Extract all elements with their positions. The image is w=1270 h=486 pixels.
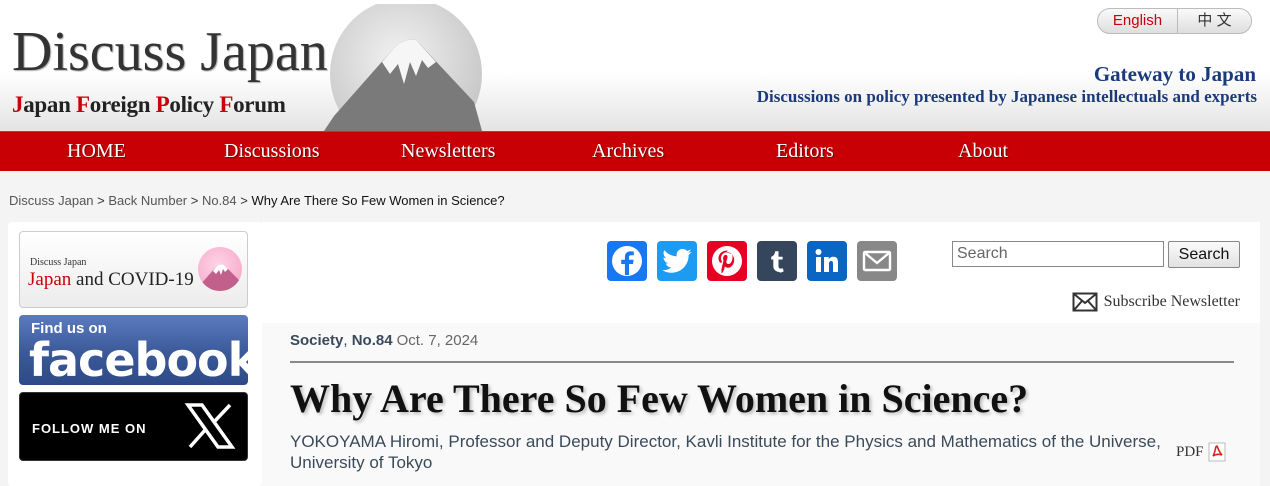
facebook-banner[interactable]: Find us on facebook [19, 315, 248, 385]
twitter-bird-icon [662, 248, 692, 273]
email-icon [862, 250, 892, 272]
fb-banner-wordmark: facebook [29, 333, 248, 385]
nav-discussions[interactable]: Discussions [224, 132, 320, 172]
breadcrumb: Discuss Japan > Back Number > No.84 > Wh… [9, 193, 505, 208]
article-meta: Society, No.84 Oct. 7, 2024 [290, 332, 478, 349]
x-logo-icon [184, 403, 236, 449]
linkedin-icon [815, 249, 838, 272]
covid-banner-title: Japan and COVID-19 [28, 269, 194, 290]
x-follow-banner[interactable]: FOLLOW ME ON [19, 392, 248, 461]
category-link[interactable]: Society [290, 332, 343, 349]
share-twitter-button[interactable] [657, 241, 697, 281]
pdf-label: PDF [1176, 443, 1204, 460]
share-email-button[interactable] [857, 241, 897, 281]
meta-separator: , [343, 332, 352, 349]
x-banner-follow-text: FOLLOW ME ON [32, 421, 147, 436]
search-input[interactable] [952, 241, 1164, 267]
breadcrumb-current: Why Are There So Few Women in Science? [251, 193, 505, 208]
article-date: Oct. 7, 2024 [396, 332, 479, 349]
article-header: Society, No.84 Oct. 7, 2024 Why Are There… [262, 323, 1260, 486]
tumblr-icon [771, 251, 784, 273]
pdf-icon [1208, 442, 1226, 462]
pinterest-icon [712, 246, 742, 276]
site-logo-subtitle: Japan Foreign Policy Forum [12, 92, 286, 117]
covid-banner-small-text: Discuss Japan [30, 257, 87, 268]
article-title: Why Are There So Few Women in Science? [290, 376, 1029, 421]
japan-covid19-banner[interactable]: Discuss Japan Japan and COVID-19 [19, 231, 248, 308]
share-tumblr-button[interactable] [757, 241, 797, 281]
sidebar: Discuss Japan Japan and COVID-19 Find us… [8, 222, 262, 486]
breadcrumb-link[interactable]: No.84 [202, 193, 237, 208]
breadcrumb-separator: > [187, 193, 202, 208]
nav-about[interactable]: About [958, 132, 1008, 172]
lang-english-button[interactable]: English [1098, 9, 1178, 33]
breadcrumb-link[interactable]: Discuss Japan [9, 193, 94, 208]
breadcrumb-link[interactable]: Back Number [108, 193, 187, 208]
main-content: Search Subscribe Newsletter Society, No.… [262, 222, 1260, 486]
gateway-heading: Gateway to Japan [1093, 62, 1256, 86]
share-pinterest-button[interactable] [707, 241, 747, 281]
site-logo-title[interactable]: Discuss Japan [12, 24, 328, 80]
lang-chinese-button[interactable]: 中 文 [1178, 9, 1251, 33]
site-tagline: Discussions on policy presented by Japan… [756, 87, 1257, 106]
nav-home[interactable]: HOME [67, 132, 126, 172]
pink-fuji-icon [198, 247, 242, 291]
subscribe-newsletter-link[interactable]: Subscribe Newsletter [1072, 292, 1240, 312]
breadcrumb-separator: > [93, 193, 109, 208]
pdf-download-link[interactable]: PDF [1176, 442, 1227, 462]
issue-link[interactable]: No.84 [352, 332, 393, 349]
article-author: YOKOYAMA Hiromi, Professor and Deputy Di… [290, 432, 1161, 472]
breadcrumb-separator: > [236, 193, 252, 208]
share-facebook-button[interactable] [607, 241, 647, 281]
site-header: Discuss Japan Japan Foreign Policy Forum… [0, 0, 1270, 131]
nav-archives[interactable]: Archives [592, 132, 664, 172]
envelope-icon [1072, 292, 1098, 312]
facebook-icon [612, 246, 642, 276]
share-bar [607, 241, 897, 281]
nav-newsletters[interactable]: Newsletters [401, 132, 495, 172]
mount-fuji-logo-icon [324, 4, 482, 131]
subscribe-label: Subscribe Newsletter [1103, 293, 1240, 310]
share-linkedin-button[interactable] [807, 241, 847, 281]
search-button[interactable]: Search [1168, 241, 1240, 268]
divider [290, 361, 1234, 363]
nav-editors[interactable]: Editors [776, 132, 834, 172]
main-nav: HOME Discussions Newsletters Archives Ed… [0, 131, 1270, 171]
language-switch: English 中 文 [1097, 8, 1252, 34]
